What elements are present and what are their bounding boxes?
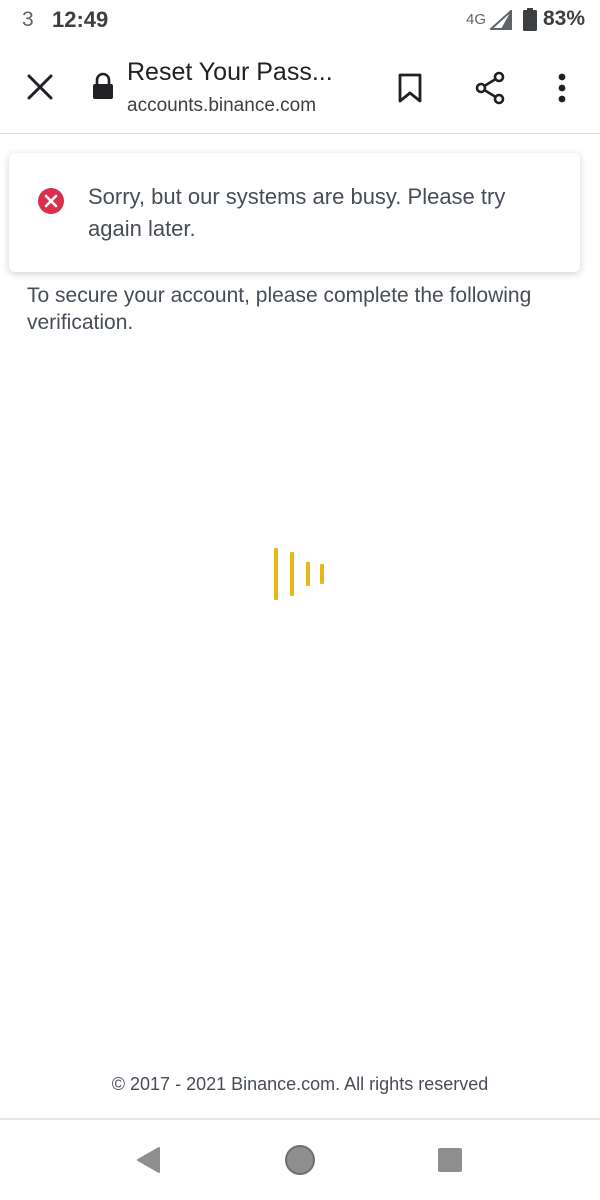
share-icon — [475, 71, 505, 105]
recents-icon — [438, 1148, 462, 1172]
home-icon — [285, 1145, 315, 1175]
loader-bar — [320, 564, 324, 584]
status-bar: 3 12:49 4G 83% — [0, 0, 600, 42]
system-nav-bar — [0, 1120, 600, 1200]
footer-copyright: © 2017 - 2021 Binance.com. All rights re… — [111, 1074, 489, 1094]
loader-bar — [274, 548, 278, 600]
bookmark-button[interactable] — [388, 66, 432, 110]
network-type: 4G — [466, 11, 487, 28]
share-button[interactable] — [468, 66, 512, 110]
back-icon — [137, 1147, 160, 1173]
signal-icon — [490, 10, 512, 30]
status-time: 12:49 — [52, 7, 109, 32]
recents-button[interactable] — [430, 1140, 470, 1180]
browser-toolbar: Reset Your Pass... accounts.binance.com — [0, 42, 600, 134]
bookmark-icon — [398, 73, 422, 103]
error-icon — [38, 188, 64, 214]
close-icon — [27, 74, 53, 100]
home-button[interactable] — [280, 1140, 320, 1180]
loading-spinner — [274, 548, 330, 600]
lock-icon — [93, 72, 113, 99]
loader-bar — [290, 552, 294, 596]
battery-percent: 83% — [543, 7, 586, 30]
more-vert-icon — [558, 73, 566, 103]
close-button[interactable] — [22, 69, 58, 105]
error-message: Sorry, but our systems are busy. Please … — [88, 184, 506, 241]
battery-icon — [523, 8, 537, 31]
notification-count: 3 — [22, 8, 34, 31]
loader-bar — [306, 562, 310, 586]
page-url[interactable]: accounts.binance.com — [127, 95, 316, 117]
back-button[interactable] — [128, 1140, 168, 1180]
error-toast: Sorry, but our systems are busy. Please … — [9, 153, 580, 272]
more-options-button[interactable] — [540, 66, 584, 110]
page-title: Reset Your Pass... — [127, 58, 333, 86]
verification-instruction: To secure your account, please complete … — [27, 284, 532, 334]
